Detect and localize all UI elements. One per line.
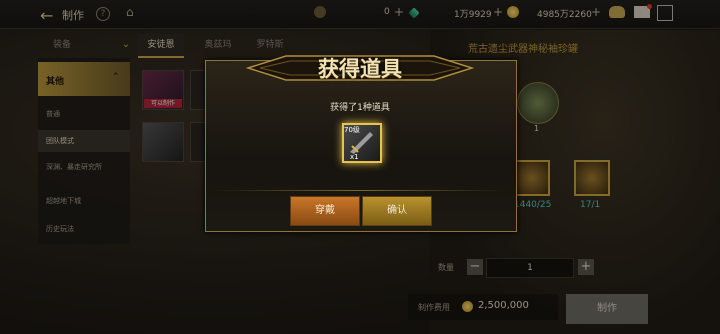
equip-button[interactable]: 穿戴 [290,196,360,226]
dialog-divider [215,190,505,191]
item-level: 70级 [344,126,360,134]
dialog-title: 获得道具 [318,57,402,81]
item-count: x1 [350,153,359,161]
confirm-button[interactable]: 确认 [362,196,432,226]
dialog-subtitle: 获得了1种道具 [330,103,390,113]
